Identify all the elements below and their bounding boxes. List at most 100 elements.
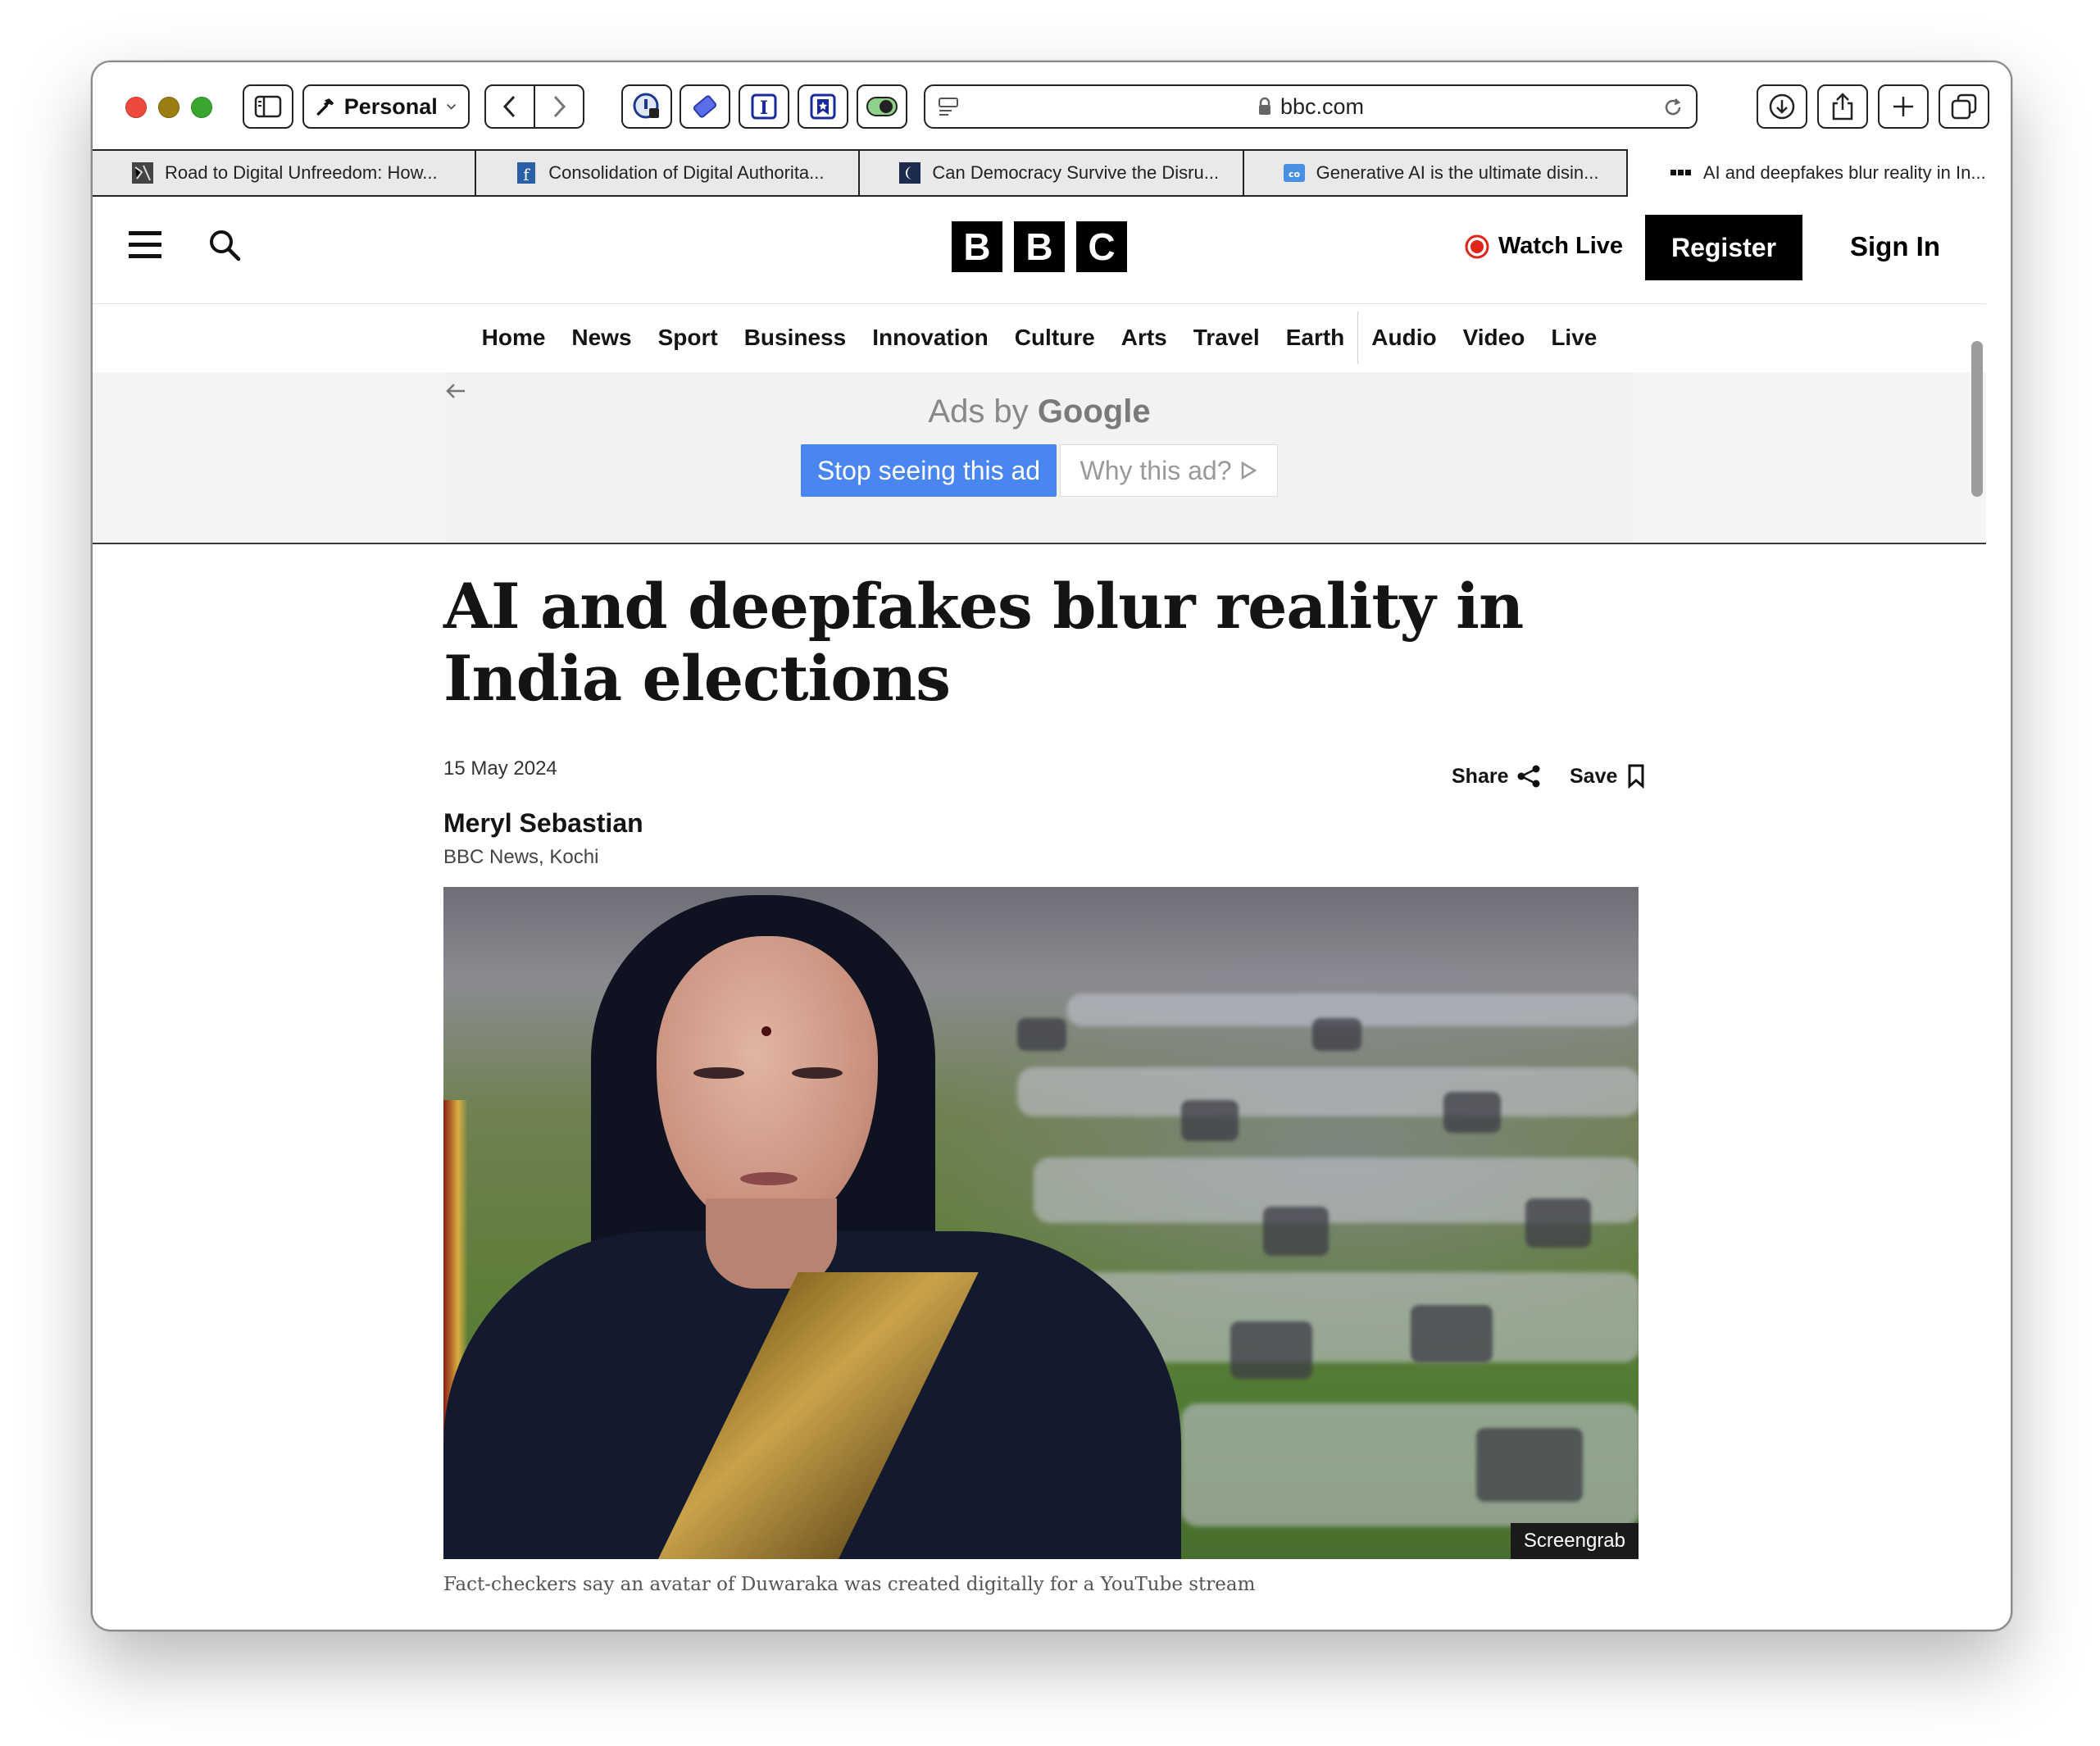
- google-label: Google: [1037, 393, 1151, 430]
- ads-by-label: Ads by: [928, 393, 1029, 430]
- svg-text:co: co: [1289, 169, 1301, 180]
- article: AI and deepfakes blur reality in India e…: [443, 571, 1644, 1595]
- nav-item-home[interactable]: Home: [469, 325, 559, 351]
- nav-item-arts[interactable]: Arts: [1108, 325, 1180, 351]
- logo-letter: B: [952, 221, 1002, 272]
- nav-item-sport[interactable]: Sport: [645, 325, 731, 351]
- new-tab-button[interactable]: [1878, 84, 1929, 129]
- nav-item-culture[interactable]: Culture: [1002, 325, 1108, 351]
- why-this-ad-button[interactable]: Why this ad?: [1060, 444, 1278, 497]
- bookmark-star-icon: [810, 93, 836, 120]
- tab-road-to-digital-unfreedom[interactable]: Road to Digital Unfreedom: How...: [93, 151, 477, 195]
- downloads-button[interactable]: [1757, 84, 1807, 129]
- tab-title: Can Democracy Survive the Disru...: [932, 162, 1220, 183]
- article-share-button[interactable]: Share: [1452, 764, 1541, 789]
- nav-item-innovation[interactable]: Innovation: [859, 325, 1002, 351]
- tab-generative-ai-disinformation[interactable]: co Generative AI is the ultimate disin..…: [1244, 151, 1628, 195]
- tabs-overview-icon: [1951, 93, 1977, 120]
- extension-bookmark-button[interactable]: [798, 84, 848, 129]
- tab-overview-button[interactable]: [1939, 84, 1989, 129]
- close-window-button[interactable]: [125, 97, 147, 118]
- share-button[interactable]: [1817, 84, 1868, 129]
- tab-can-democracy-survive[interactable]: Can Democracy Survive the Disru...: [860, 151, 1244, 195]
- f-icon: f: [514, 161, 539, 185]
- sidebar-icon: [254, 95, 282, 118]
- why-this-ad-label: Why this ad?: [1080, 455, 1232, 485]
- profile-button[interactable]: Personal: [302, 84, 470, 129]
- download-icon: [1769, 93, 1795, 120]
- minimize-window-button[interactable]: [158, 97, 180, 118]
- extension-instapaper-button[interactable]: I: [739, 84, 789, 129]
- chevron-down-icon: [446, 103, 456, 110]
- nav-item-audio[interactable]: Audio: [1358, 325, 1449, 351]
- search-icon: [210, 230, 241, 261]
- tab-title: Generative AI is the ultimate disin...: [1316, 162, 1599, 183]
- extension-toggle-button[interactable]: [857, 84, 907, 129]
- plus-icon: [1893, 97, 1913, 116]
- back-button[interactable]: [484, 84, 535, 129]
- hamburger-icon: [129, 231, 161, 258]
- search-button[interactable]: [207, 228, 242, 266]
- password-manager-icon: [633, 93, 659, 119]
- nav-item-live[interactable]: Live: [1538, 325, 1610, 351]
- profile-label: Personal: [343, 93, 438, 119]
- tab-title: Consolidation of Digital Authorita...: [548, 162, 825, 183]
- bbc-masthead: B B C Watch Live Register Sign In: [93, 197, 1986, 304]
- svg-text:I: I: [760, 98, 768, 119]
- ad-banner: Ads by Google Stop seeing this ad Why th…: [93, 372, 1986, 544]
- url-text: bbc.com: [1280, 93, 1365, 119]
- tag-icon: [693, 95, 717, 118]
- toggle-icon: [866, 97, 898, 116]
- article-save-button[interactable]: Save: [1570, 764, 1645, 789]
- logo-letter: B: [1014, 221, 1065, 272]
- hero-image: Screengrab: [443, 887, 1639, 1559]
- nav-item-video[interactable]: Video: [1450, 325, 1539, 351]
- share-icon: [1832, 93, 1853, 120]
- article-author[interactable]: Meryl Sebastian: [443, 808, 643, 839]
- live-dot-icon: [1465, 234, 1489, 258]
- reload-icon[interactable]: [1661, 96, 1684, 119]
- logo-letter: C: [1076, 221, 1127, 272]
- instapaper-icon: I: [751, 93, 777, 120]
- article-date: 15 May 2024: [443, 757, 557, 780]
- nav-item-earth[interactable]: Earth: [1273, 325, 1358, 351]
- extension-password-button[interactable]: [621, 84, 672, 129]
- cloud-icon: co: [1282, 161, 1307, 185]
- watch-live-label: Watch Live: [1498, 233, 1624, 259]
- watch-live-link[interactable]: Watch Live: [1464, 233, 1623, 260]
- extension-tag-button[interactable]: [680, 84, 730, 129]
- tab-title: AI and deepfakes blur reality in In...: [1702, 162, 1986, 183]
- zoom-window-button[interactable]: [191, 97, 212, 118]
- hammer-icon: [316, 98, 334, 116]
- tab-consolidation-digital-authoritarianism[interactable]: f Consolidation of Digital Authorita...: [476, 151, 861, 195]
- tab-ai-deepfakes-india[interactable]: AI and deepfakes blur reality in In...: [1627, 149, 2011, 197]
- image-caption: Fact-checkers say an avatar of Duwaraka …: [443, 1574, 1256, 1595]
- tab-strip: Road to Digital Unfreedom: How... f Cons…: [93, 149, 2011, 197]
- bbc-icon: [1669, 161, 1693, 185]
- register-button[interactable]: Register: [1645, 215, 1802, 280]
- address-bar[interactable]: bbc.com: [924, 84, 1698, 129]
- image-credit: Screengrab: [1510, 1523, 1639, 1559]
- nav-item-news[interactable]: News: [558, 325, 644, 351]
- menu-button[interactable]: [129, 230, 161, 265]
- tab-title: Road to Digital Unfreedom: How...: [165, 162, 438, 183]
- lock-icon: [1258, 97, 1270, 115]
- chevron-left-icon: [502, 95, 516, 118]
- journal-icon: [130, 161, 155, 185]
- browser-window: Personal I bbc.com Road to Digital Unfre…: [91, 61, 2012, 1631]
- sign-in-link[interactable]: Sign In: [1850, 231, 1940, 262]
- forward-button[interactable]: [534, 84, 584, 129]
- browser-toolbar: Personal I bbc.com: [93, 62, 2011, 149]
- page-scrollbar[interactable]: [1971, 341, 1983, 497]
- reader-icon: [939, 98, 958, 116]
- sidebar-toggle-button[interactable]: [243, 84, 293, 129]
- half-moon-icon: [898, 161, 922, 185]
- stop-seeing-ad-button[interactable]: Stop seeing this ad: [801, 444, 1057, 497]
- nav-item-travel[interactable]: Travel: [1180, 325, 1273, 351]
- person-figure: [443, 887, 1181, 1559]
- main-navigation: Home News Sport Business Innovation Cult…: [93, 303, 1986, 373]
- share-network-icon: [1517, 765, 1540, 788]
- nav-item-business[interactable]: Business: [731, 325, 860, 351]
- bbc-logo[interactable]: B B C: [952, 221, 1127, 272]
- save-label: Save: [1570, 764, 1618, 788]
